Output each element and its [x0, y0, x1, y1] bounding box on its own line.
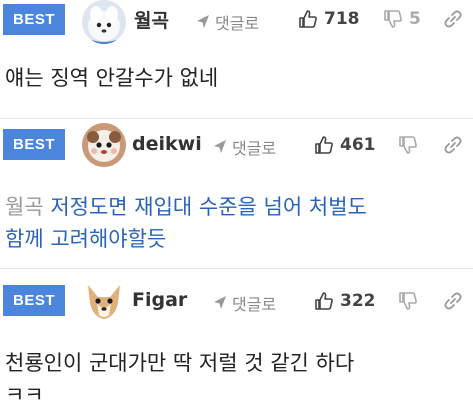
mention[interactable]: 월곡	[5, 195, 44, 219]
thumbs-down-icon	[399, 136, 417, 154]
like-button[interactable]: 322	[314, 291, 376, 311]
thumbs-up-icon	[315, 292, 333, 310]
thumbs-down-icon	[384, 10, 402, 28]
like-button[interactable]: 718	[298, 9, 360, 29]
thumbs-up-icon	[315, 136, 333, 154]
reply-label: 댓글로	[232, 139, 277, 158]
comment-body-line-1: 월곡 저정도면 재입대 수준을 넘어 처벌도	[5, 191, 367, 221]
reply-button[interactable]: 댓글로	[195, 10, 259, 34]
dislike-count: 5	[409, 9, 421, 29]
arrow-icon	[214, 140, 226, 153]
best-badge: BEST	[3, 4, 65, 35]
avatar-image	[82, 123, 126, 167]
link-icon[interactable]	[443, 135, 463, 155]
dislike-button[interactable]	[398, 291, 424, 311]
comment-2: BEST deikwi 댓글로 461 월곡 저정도면 재입대 수준을 넘어 처…	[0, 119, 473, 267]
avatar-image	[82, 0, 126, 44]
link-icon[interactable]	[443, 291, 463, 311]
link-icon[interactable]	[443, 9, 463, 29]
comment-body-line-2: ㅋㅋ	[5, 383, 44, 407]
avatar[interactable]	[82, 123, 126, 167]
thumbs-up-icon	[299, 10, 317, 28]
like-count: 461	[340, 135, 376, 155]
reply-text: 저정도면 재입대 수준을 넘어 처벌도	[50, 195, 367, 219]
like-count: 322	[340, 291, 376, 311]
arrow-icon	[214, 296, 226, 309]
dislike-button[interactable]	[398, 135, 424, 155]
reply-label: 댓글로	[215, 14, 260, 33]
like-button[interactable]: 461	[314, 135, 376, 155]
comment-body: 얘는 징역 안갈수가 없네	[5, 66, 219, 90]
comment-3: BEST Figar 댓글로 322 천룡인이 군대가만 딱 저럴 것 같긴 하…	[0, 269, 473, 411]
arrow-icon	[197, 15, 209, 28]
dislike-button[interactable]: 5	[383, 9, 421, 29]
avatar-image	[82, 279, 126, 323]
avatar[interactable]	[82, 0, 126, 44]
nickname[interactable]: Figar	[132, 289, 187, 311]
reply-label: 댓글로	[232, 295, 277, 314]
best-badge: BEST	[3, 285, 65, 316]
comment-body-line-1: 천룡인이 군대가만 딱 저럴 것 같긴 하다	[5, 351, 355, 375]
like-count: 718	[324, 9, 360, 29]
reply-button[interactable]: 댓글로	[212, 291, 276, 315]
best-badge: BEST	[3, 129, 65, 160]
comment-body-line-2: 함께 고려해야할듯	[5, 227, 167, 251]
comment-1: BEST 월곡 댓글로 718 5 얘는 징역 안갈수가 없네	[0, 0, 473, 118]
nickname[interactable]: deikwi	[132, 133, 202, 155]
nickname[interactable]: 월곡	[134, 6, 169, 33]
reply-button[interactable]: 댓글로	[212, 135, 276, 159]
avatar[interactable]	[82, 279, 126, 323]
thumbs-down-icon	[399, 292, 417, 310]
